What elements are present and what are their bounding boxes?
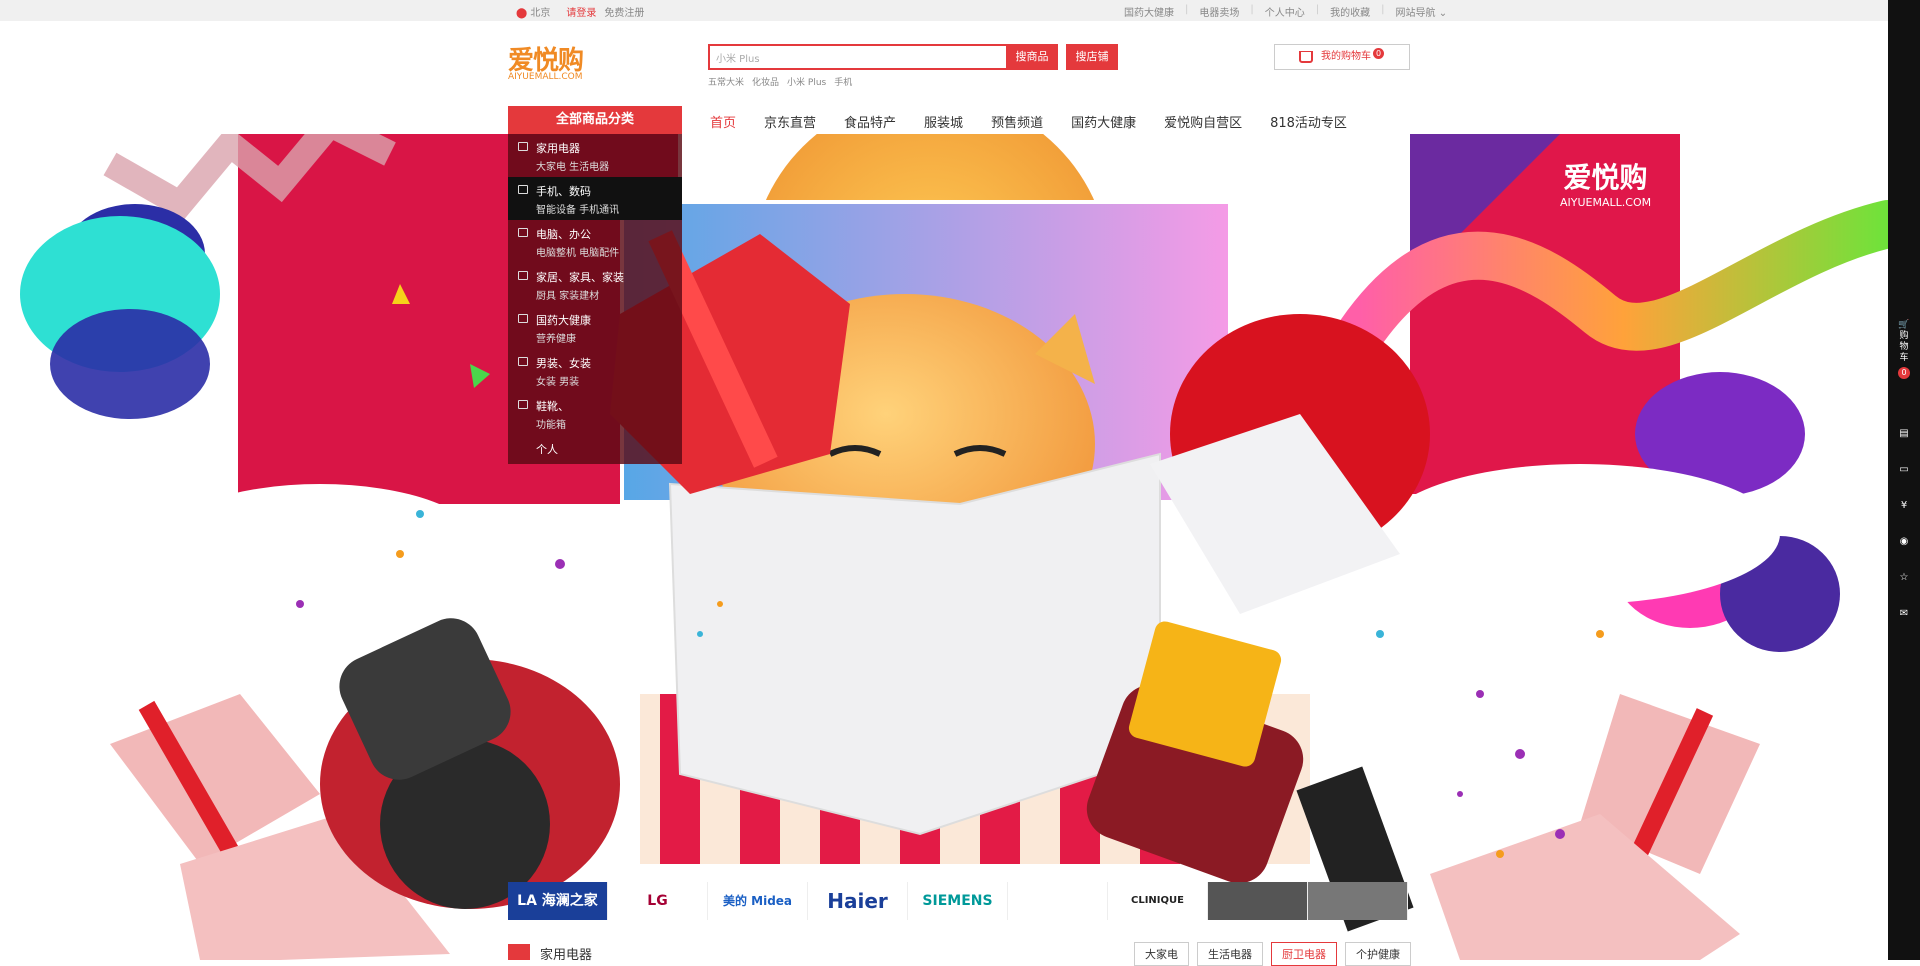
nav-food[interactable]: 食品特产 — [844, 112, 896, 131]
clipboard-icon[interactable]: ▤ — [1896, 428, 1912, 444]
cart-count-badge: 0 — [1373, 48, 1384, 59]
login-link[interactable]: 请登录 — [566, 4, 596, 19]
promo-banner[interactable]: 爱悦购 AIYUEMALL.COM — [0, 134, 1888, 960]
location[interactable]: ⬤ 北京 — [516, 4, 550, 19]
site-logo[interactable]: 爱悦购 AIYUEMALL.COM — [508, 38, 590, 84]
category-item-shoes[interactable]: 鞋靴、 功能箱 — [508, 392, 682, 435]
divider: | — [1381, 4, 1385, 15]
category-item-health[interactable]: 国药大健康 营养健康 — [508, 306, 682, 349]
shoe-icon — [518, 400, 528, 409]
nav-home[interactable]: 首页 — [710, 112, 736, 131]
category-item-appliances[interactable]: 家用电器 大家电 生活电器 — [508, 134, 682, 177]
search-input[interactable]: 小米 Plus — [708, 44, 1008, 70]
brand-logo[interactable]: LA 海澜之家 — [508, 882, 608, 920]
camera-icon — [518, 185, 528, 194]
main-nav: 首页 京东直营 食品特产 服装城 预售频道 国药大健康 爱悦购自营区 818活动… — [710, 112, 1375, 131]
tv-icon — [518, 142, 528, 151]
tab-personal-care[interactable]: 个护健康 — [1345, 942, 1411, 966]
divider: | — [1185, 4, 1189, 15]
monitor-icon — [518, 228, 528, 237]
brand-logo[interactable]: SIEMENS — [908, 882, 1008, 920]
brand-logo[interactable]: 美的 Midea — [708, 882, 808, 920]
top-link-sitemap[interactable]: 网站导航 ⌄ — [1396, 4, 1448, 19]
search-products-button[interactable]: 搜商品 — [1006, 44, 1058, 70]
cart-button[interactable]: 我的购物车 0 — [1274, 44, 1410, 70]
hot-keyword[interactable]: 小米 Plus — [787, 75, 826, 88]
star-icon[interactable]: ☆ — [1896, 572, 1912, 588]
flask-icon — [518, 357, 528, 366]
floor-number-badge — [508, 944, 530, 960]
chevron-down-icon: ⌄ — [1438, 8, 1448, 19]
nav-jd[interactable]: 京东直营 — [764, 112, 816, 131]
register-link[interactable]: 免费注册 — [604, 4, 644, 19]
sidebar-cart[interactable]: 🛒 购物车 0 — [1897, 320, 1911, 379]
category-menu: 家用电器 大家电 生活电器 手机、数码 智能设备 手机通讯 电脑、办公 电脑整机 电脑… — [508, 134, 682, 464]
search-shops-button[interactable]: 搜店铺 — [1066, 44, 1118, 70]
tab-large-appliances[interactable]: 大家电 — [1134, 942, 1189, 966]
cart-label: 我的购物车 — [1321, 51, 1371, 62]
nav-clothing[interactable]: 服装城 — [924, 112, 963, 131]
brand-logo[interactable] — [1008, 882, 1108, 920]
hot-keyword[interactable]: 手机 — [834, 75, 852, 88]
pill-icon — [518, 314, 528, 323]
top-link-personal[interactable]: 个人中心 — [1265, 4, 1305, 19]
location-pin-icon: ⬤ — [516, 8, 528, 19]
sofa-icon — [518, 271, 528, 280]
banner-logo: 爱悦购 AIYUEMALL.COM — [1560, 161, 1652, 209]
nav-presale[interactable]: 预售频道 — [991, 112, 1043, 131]
all-categories-button[interactable]: 全部商品分类 — [508, 106, 682, 134]
top-link-health[interactable]: 国药大健康 — [1124, 4, 1174, 19]
category-item-more[interactable]: 个人 — [508, 435, 682, 465]
divider: | — [1250, 4, 1254, 15]
ticket-icon[interactable]: ▭ — [1896, 464, 1912, 480]
nav-self-run[interactable]: 爱悦购自营区 — [1164, 112, 1242, 131]
category-item-computers[interactable]: 电脑、办公 电脑整机 电脑配件 — [508, 220, 682, 263]
nav-health[interactable]: 国药大健康 — [1071, 112, 1136, 131]
top-bar: ⬤ 北京 请登录 免费注册 国药大健康 | 电器卖场 | 个人中心 | 我的收藏 | 网… — [0, 0, 1888, 21]
hot-keywords: 五常大米 化妆品 小米 Plus 手机 — [708, 75, 852, 88]
category-item-phones[interactable]: 手机、数码 智能设备 手机通讯 — [508, 177, 682, 220]
hot-keyword[interactable]: 五常大米 — [708, 75, 744, 88]
eye-icon[interactable]: ◉ — [1896, 536, 1912, 552]
logo-domain: AIYUEMALL.COM — [508, 72, 583, 82]
divider: | — [1315, 4, 1320, 15]
right-toolbar: 🛒 购物车 0 ▤ ▭ ¥ ◉ ☆ ✉ — [1888, 0, 1920, 960]
category-item-home[interactable]: 家居、家具、家装 厨具 家装建材 — [508, 263, 682, 306]
top-link-appliance[interactable]: 电器卖场 — [1199, 4, 1239, 19]
cart-icon — [1299, 51, 1313, 63]
hot-keyword[interactable]: 化妆品 — [752, 75, 779, 88]
tab-kitchen-bath[interactable]: 厨卫电器 — [1271, 942, 1337, 966]
brand-strip: LA 海澜之家 LG 美的 Midea Haier SIEMENS CLINIQ… — [508, 882, 1408, 920]
mail-icon[interactable]: ✉ — [1896, 608, 1912, 624]
nav-818[interactable]: 818活动专区 — [1270, 112, 1347, 131]
floor-title: 家用电器 — [540, 948, 593, 963]
category-item-clothing[interactable]: 男装、女装 女装 男装 — [508, 349, 682, 392]
brand-logo[interactable] — [1208, 882, 1308, 920]
sidebar-cart-badge: 0 — [1898, 367, 1910, 379]
brand-logo[interactable] — [1308, 882, 1408, 920]
cart-icon: 🛒 — [1898, 320, 1910, 330]
tab-small-appliances[interactable]: 生活电器 — [1197, 942, 1263, 966]
floor-tabs: 大家电 生活电器 厨卫电器 个护健康 — [1134, 942, 1411, 966]
top-link-favorites[interactable]: 我的收藏 — [1330, 4, 1370, 19]
brand-logo[interactable]: Haier — [808, 882, 908, 920]
banner-illustration — [20, 134, 1888, 960]
brand-logo[interactable]: CLINIQUE — [1108, 882, 1208, 920]
yen-icon[interactable]: ¥ — [1896, 500, 1912, 516]
brand-logo[interactable]: LG — [608, 882, 708, 920]
